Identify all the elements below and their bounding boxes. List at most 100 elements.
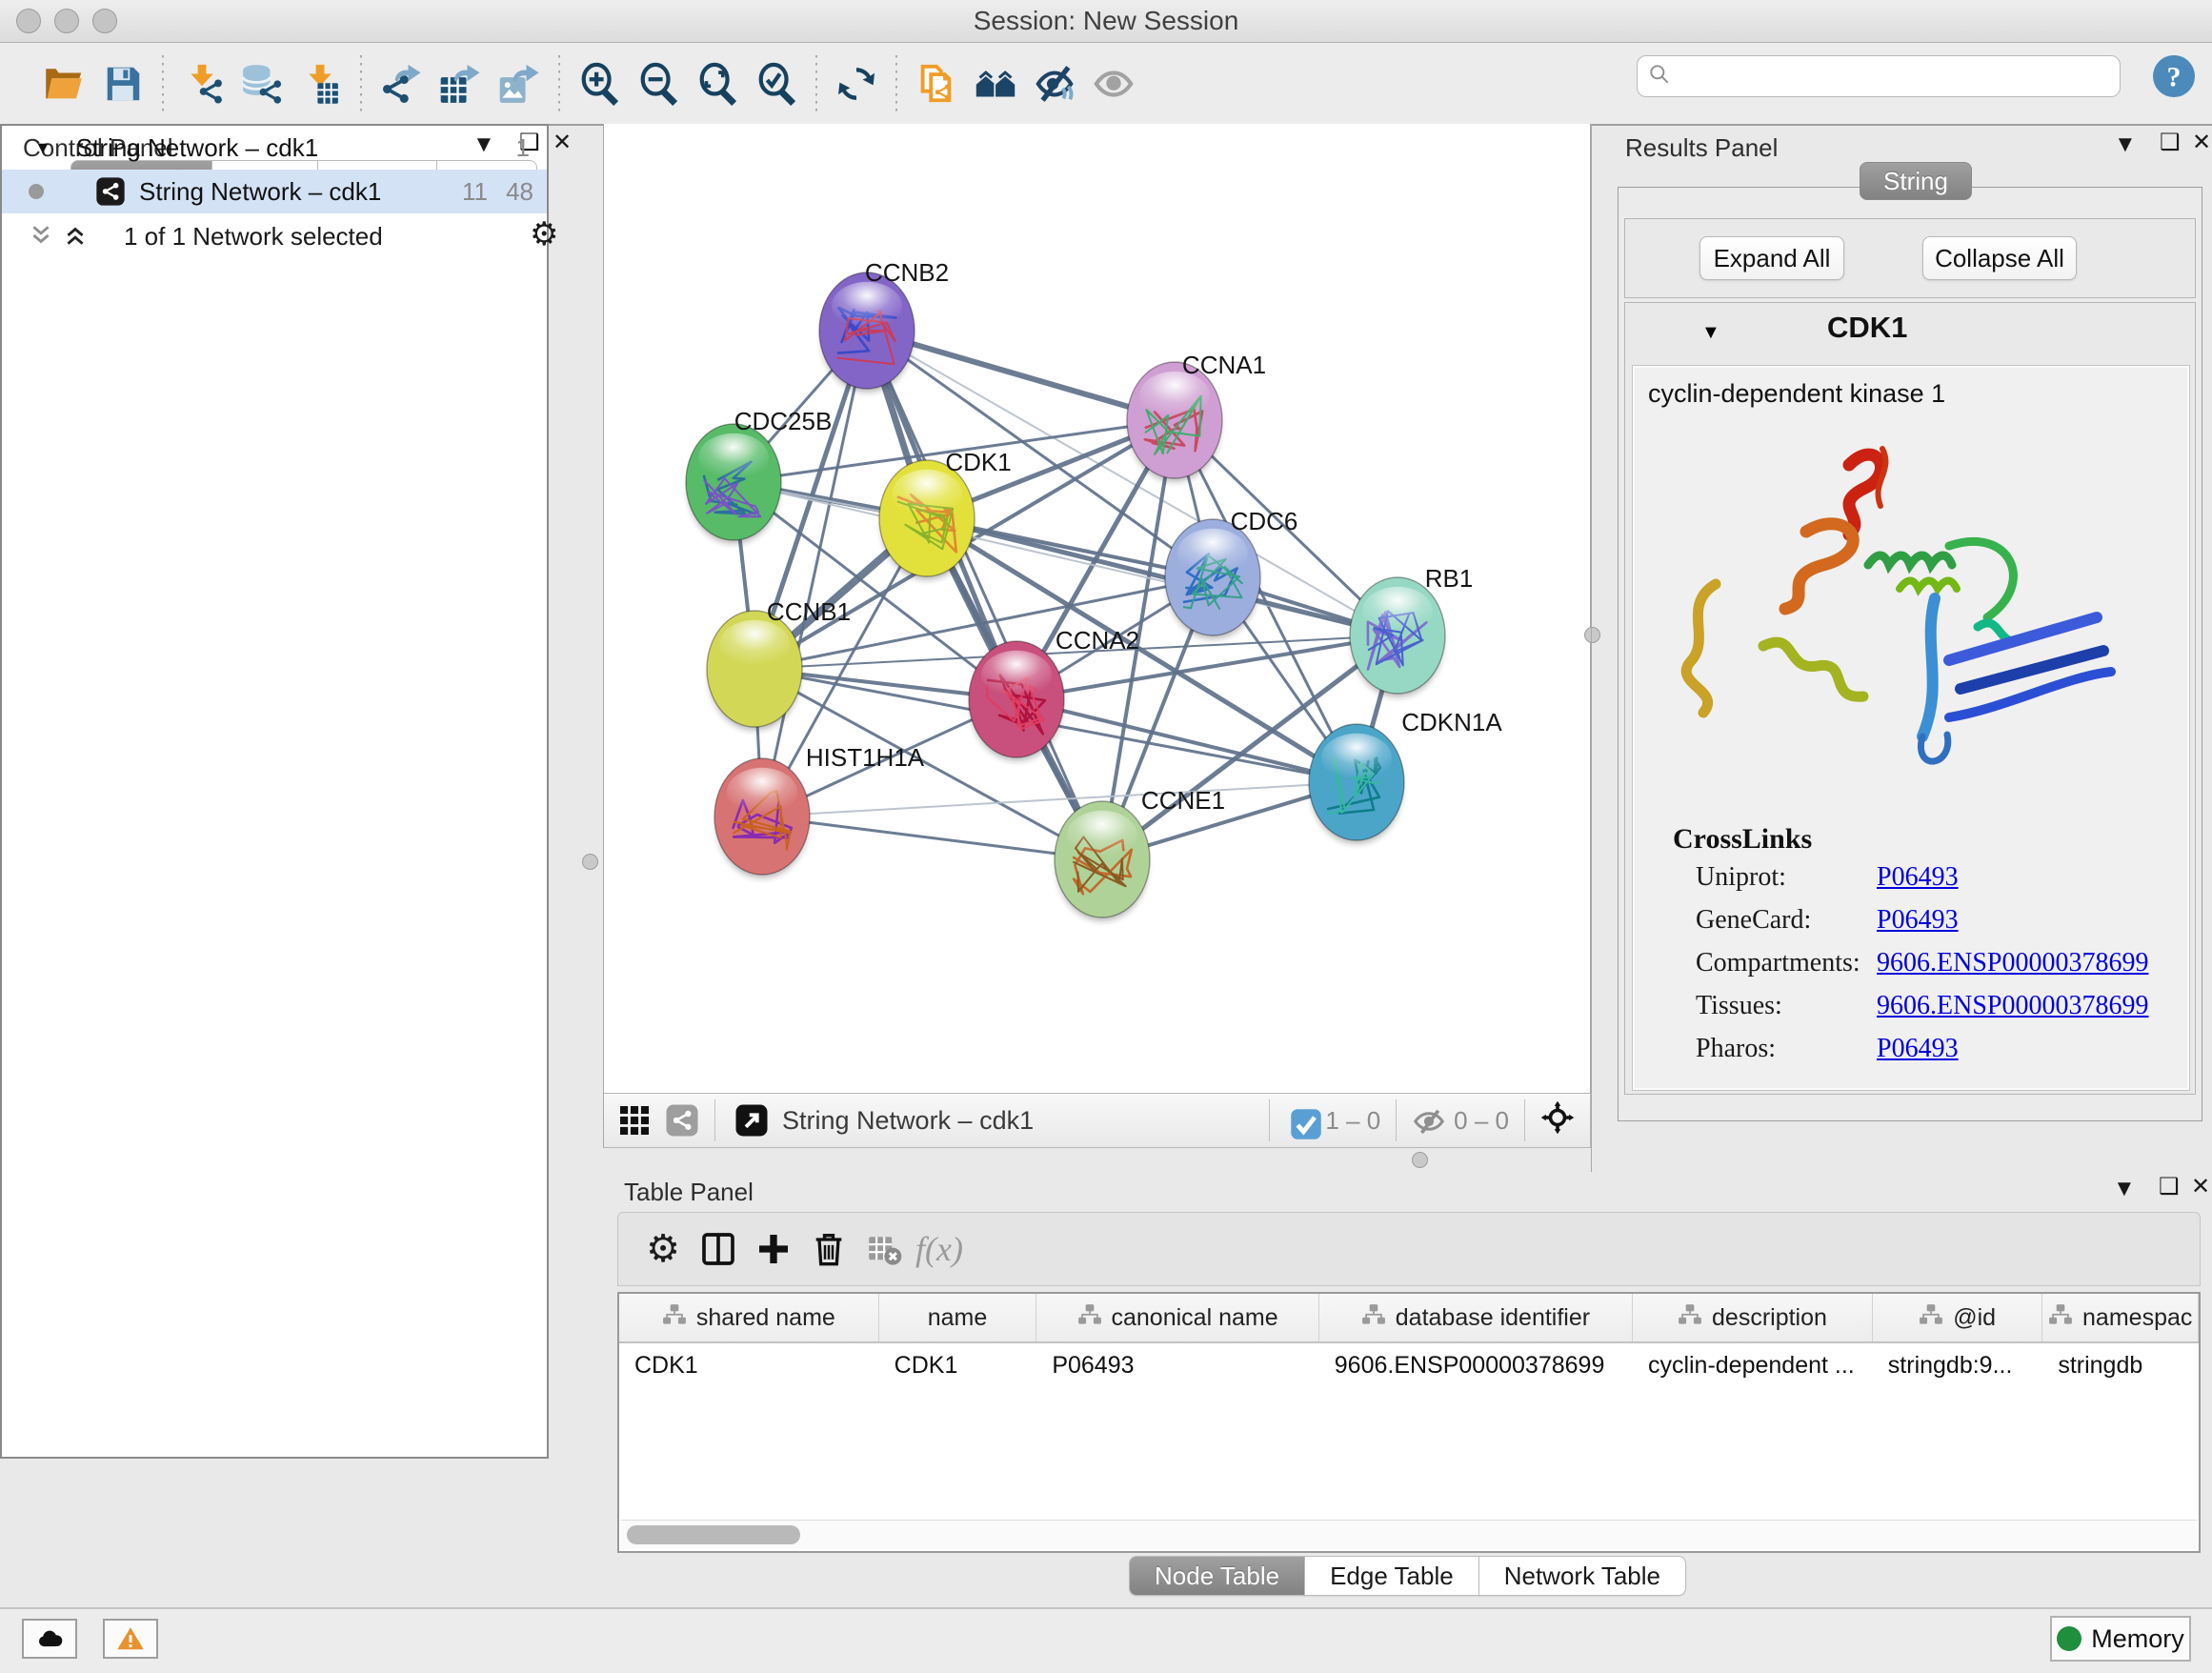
expand-all-button[interactable]: Expand All: [1699, 236, 1844, 280]
table-panel-collapse-icon[interactable]: ▼: [2113, 1178, 2136, 1200]
table-panel-float-icon[interactable]: ❑: [2159, 1176, 2180, 1199]
table-panel-title: Table Panel: [624, 1178, 754, 1207]
help-button[interactable]: ?: [2151, 53, 2197, 99]
network-node-ccnb2[interactable]: [819, 272, 915, 393]
network-node-hist1h1a[interactable]: [714, 758, 810, 878]
network-options-gear-icon[interactable]: ⚙: [530, 215, 558, 253]
hide-selected-icon[interactable]: [1025, 57, 1084, 111]
network-node-cdc6[interactable]: [1165, 519, 1260, 639]
zoom-window-button[interactable]: [92, 9, 117, 33]
first-neighbors-icon[interactable]: [966, 57, 1025, 111]
node-label-ccna2: CCNA2: [1056, 626, 1139, 655]
import-network-icon[interactable]: [173, 57, 232, 111]
table-cell[interactable]: 9606.ENSP00000378699: [1319, 1352, 1633, 1380]
cloud-button[interactable]: [22, 1619, 77, 1659]
network-canvas[interactable]: CCNB2CCNA1CDC25BCDK1CDC6RB1CCNB1CCNA2CDK…: [603, 124, 1591, 1093]
tab-edge-table[interactable]: Edge Table: [1304, 1556, 1479, 1596]
minimize-window-button[interactable]: [54, 9, 79, 33]
add-column-icon[interactable]: [746, 1225, 801, 1273]
node-table: shared namenamecanonical namedatabase id…: [617, 1292, 2201, 1553]
network-node-cdc25b[interactable]: [686, 424, 781, 544]
bottom-splitter-handle[interactable]: [1412, 1152, 1428, 1168]
network-row[interactable]: String Network – cdk1 11 48: [2, 170, 547, 213]
network-share-icon[interactable]: [665, 1103, 699, 1138]
search-input[interactable]: [1678, 62, 2120, 91]
selected-checkbox-icon[interactable]: [1289, 1107, 1316, 1134]
column-header-namespac[interactable]: namespac: [2042, 1294, 2199, 1341]
column-header-canonical-name[interactable]: canonical name: [1036, 1294, 1319, 1341]
network-edge[interactable]: [762, 816, 1102, 859]
duplicate-network-icon[interactable]: [907, 57, 966, 111]
fit-crosshair-icon[interactable]: [1540, 1100, 1580, 1140]
network-edge[interactable]: [867, 331, 1102, 859]
collection-expander-icon[interactable]: ▼: [34, 138, 51, 158]
collapse-all-icon[interactable]: [29, 223, 67, 248]
table-panel-close-icon[interactable]: ✕: [2191, 1176, 2210, 1199]
detach-view-icon[interactable]: [734, 1103, 769, 1138]
network-node-ccnb1[interactable]: [707, 611, 802, 731]
export-network-icon[interactable]: [372, 57, 431, 111]
open-session-icon[interactable]: [34, 57, 93, 111]
network-node-ccna2[interactable]: [969, 641, 1064, 761]
zoom-in-icon[interactable]: [570, 57, 629, 111]
horizontal-scrollbar[interactable]: [621, 1520, 2197, 1549]
crosslink-link[interactable]: P06493: [1877, 905, 1959, 936]
collapse-all-button[interactable]: Collapse All: [1922, 236, 2077, 280]
column-header-description[interactable]: description: [1633, 1294, 1873, 1341]
table-cell[interactable]: stringdb: [2042, 1352, 2199, 1380]
birds-eye-grid-icon[interactable]: [617, 1103, 652, 1138]
export-table-icon[interactable]: [431, 57, 490, 111]
table-row[interactable]: CDK1CDK1P064939606.ENSP00000378699cyclin…: [619, 1343, 2199, 1387]
table-cell[interactable]: CDK1: [879, 1352, 1037, 1380]
delete-column-icon[interactable]: [801, 1225, 856, 1273]
crosslink-link[interactable]: 9606.ENSP00000378699: [1877, 948, 2148, 978]
tab-node-table[interactable]: Node Table: [1129, 1556, 1305, 1596]
network-collection-row[interactable]: ▼ String Network – cdk1 1: [2, 126, 547, 170]
network-node-rb1[interactable]: [1350, 577, 1445, 697]
zoom-out-icon[interactable]: [629, 57, 688, 111]
show-all-icon[interactable]: [1084, 57, 1143, 111]
zoom-fit-icon[interactable]: [688, 57, 747, 111]
crosslink-label: Tissues:: [1696, 991, 1877, 1021]
scrollbar-thumb[interactable]: [627, 1525, 800, 1544]
left-splitter-handle[interactable]: [582, 854, 598, 870]
table-options-gear-icon[interactable]: ⚙: [635, 1225, 691, 1273]
results-panel-float-icon[interactable]: ❑: [2160, 131, 2181, 154]
table-cell[interactable]: stringdb:9...: [1873, 1352, 2043, 1380]
import-database-icon[interactable]: [232, 57, 292, 111]
table-cell[interactable]: CDK1: [619, 1352, 879, 1380]
results-panel-collapse-icon[interactable]: ▼: [2114, 133, 2137, 156]
table-cell[interactable]: cyclin-dependent ...: [1633, 1352, 1873, 1380]
column-header-shared-name[interactable]: shared name: [619, 1294, 879, 1341]
zoom-selected-icon[interactable]: [747, 57, 806, 111]
crosslink-link[interactable]: 9606.ENSP00000378699: [1877, 991, 2148, 1021]
network-node-cdkn1a[interactable]: [1309, 724, 1404, 844]
network-node-cdk1[interactable]: [879, 460, 975, 580]
network-node-ccne1[interactable]: [1055, 801, 1150, 921]
tab-network-table[interactable]: Network Table: [1478, 1556, 1686, 1596]
refresh-icon[interactable]: [827, 57, 886, 111]
crosslink-link[interactable]: P06493: [1877, 1034, 1959, 1064]
control-panel-close-icon[interactable]: ✕: [553, 131, 572, 154]
column-header-database-identifier[interactable]: database identifier: [1319, 1294, 1633, 1341]
close-window-button[interactable]: [16, 9, 41, 33]
memory-button[interactable]: Memory: [2050, 1616, 2191, 1662]
table-cell[interactable]: P06493: [1036, 1352, 1318, 1380]
expand-all-icon[interactable]: [63, 223, 101, 248]
column-header--id[interactable]: @id: [1873, 1294, 2043, 1341]
network-node-ccna1[interactable]: [1127, 362, 1222, 482]
column-header-name[interactable]: name: [879, 1294, 1037, 1341]
warning-button[interactable]: [103, 1619, 158, 1659]
save-session-icon[interactable]: [93, 57, 152, 111]
network-edge[interactable]: [927, 518, 1398, 635]
export-image-icon[interactable]: [490, 57, 549, 111]
show-columns-icon[interactable]: [691, 1225, 746, 1273]
tab-string[interactable]: String: [1860, 162, 1972, 200]
crosslink-link[interactable]: P06493: [1877, 862, 1959, 893]
gene-expander-icon[interactable]: ▼: [1701, 322, 1720, 344]
network-graph[interactable]: CCNB2CCNA1CDC25BCDK1CDC6RB1CCNB1CCNA2CDK…: [604, 124, 1590, 1091]
import-table-icon[interactable]: [292, 57, 351, 111]
network-edge[interactable]: [762, 782, 1357, 816]
search-field[interactable]: [1637, 55, 2121, 97]
results-panel-close-icon[interactable]: ✕: [2192, 131, 2211, 154]
